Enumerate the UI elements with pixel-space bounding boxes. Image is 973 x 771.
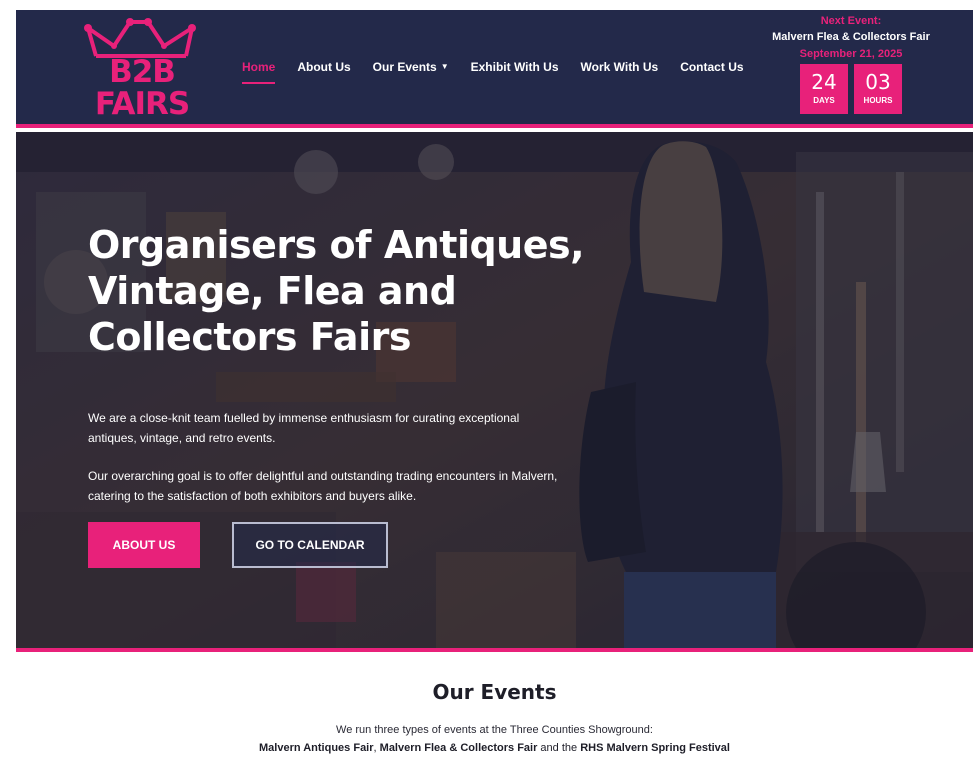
- countdown-days-unit: DAYS: [813, 96, 835, 105]
- go-to-calendar-button[interactable]: GO TO CALENDAR: [232, 522, 388, 568]
- hero-title: Organisers of Antiques, Vintage, Flea an…: [88, 223, 585, 359]
- next-event-widget: Next Event: Malvern Flea & Collectors Fa…: [756, 14, 946, 114]
- nav-item-about-us[interactable]: About Us: [297, 60, 350, 74]
- chevron-down-icon: ▼: [440, 62, 449, 71]
- countdown-hours: 03 HOURS: [854, 64, 902, 114]
- our-events-list: Malvern Antiques Fair, Malvern Flea & Co…: [16, 739, 973, 757]
- nav-item-work-with-us[interactable]: Work With Us: [581, 60, 659, 74]
- our-events-title: Our Events: [432, 680, 557, 704]
- main-nav: Home About Us Our Events ▼ Exhibit With U…: [242, 60, 766, 84]
- nav-item-our-events[interactable]: Our Events ▼: [373, 60, 449, 74]
- next-event-date: September 21, 2025: [799, 48, 903, 60]
- hero-paragraph-2: Our overarching goal is to offer delight…: [88, 469, 558, 503]
- site-logo[interactable]: B2B FAIRS: [82, 16, 202, 124]
- nav-item-contact-us[interactable]: Contact Us: [680, 60, 743, 74]
- logo-b2b-text: B2B: [109, 54, 176, 90]
- logo-fairs-text: FAIRS: [94, 86, 190, 122]
- nav-item-exhibit-with-us[interactable]: Exhibit With Us: [471, 60, 559, 74]
- event-link-flea-collectors-fair[interactable]: Malvern Flea & Collectors Fair: [380, 742, 538, 754]
- site-header: B2B FAIRS Home About Us Our Events ▼ Exhi…: [16, 10, 973, 128]
- countdown-hours-unit: HOURS: [863, 96, 893, 105]
- page-frame: B2B FAIRS Home About Us Our Events ▼ Exhi…: [16, 10, 973, 771]
- hero-section: Organisers of Antiques, Vintage, Flea an…: [16, 132, 973, 652]
- next-event-label: Next Event:: [820, 15, 882, 27]
- hero-overlay: [16, 132, 973, 648]
- our-events-intro: We run three types of events at the Thre…: [336, 724, 653, 736]
- next-event-name[interactable]: Malvern Flea & Collectors Fair: [756, 28, 946, 46]
- our-events-section: Our Events We run three types of events …: [16, 656, 973, 771]
- events-separator-2: and the: [537, 742, 581, 754]
- event-link-rhs-spring-festival[interactable]: RHS Malvern Spring Festival: [580, 742, 730, 754]
- hero-paragraph-1: We are a close-knit team fuelled by imme…: [88, 411, 520, 445]
- countdown-days-value: 24: [811, 70, 837, 94]
- nav-item-home[interactable]: Home: [242, 60, 276, 84]
- about-us-button[interactable]: ABOUT US: [88, 522, 200, 568]
- countdown-hours-value: 03: [865, 70, 891, 94]
- nav-item-our-events-label: Our Events: [372, 60, 437, 74]
- countdown: 24 DAYS 03 HOURS: [756, 64, 946, 114]
- countdown-days: 24 DAYS: [800, 64, 848, 114]
- event-link-antiques-fair[interactable]: Malvern Antiques Fair: [259, 742, 374, 754]
